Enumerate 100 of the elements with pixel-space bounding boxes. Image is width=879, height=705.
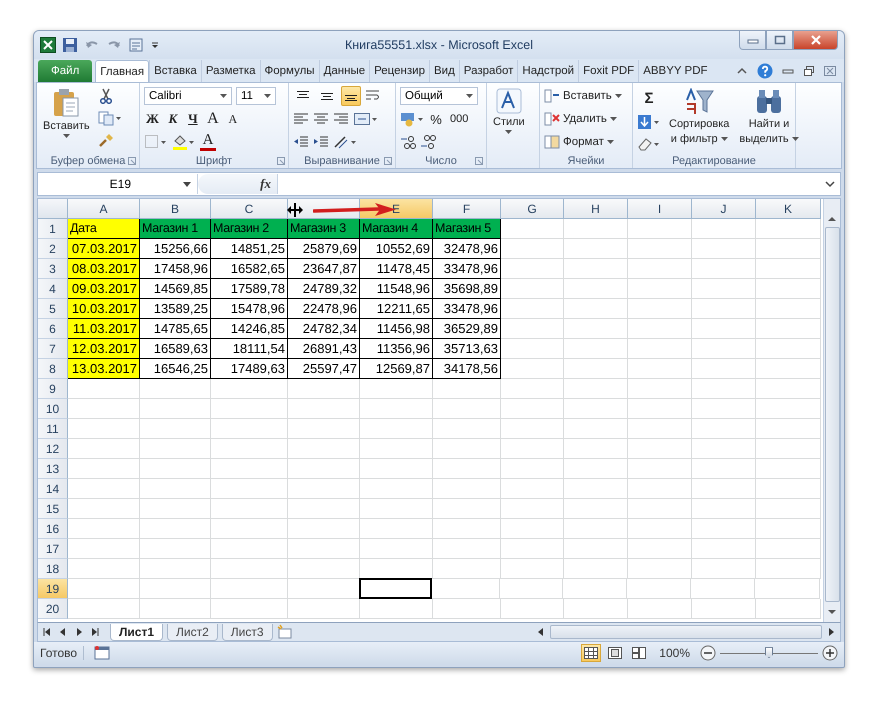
empty-cell[interactable]	[628, 299, 692, 320]
empty-cell[interactable]	[140, 459, 211, 480]
empty-cell[interactable]	[564, 279, 628, 300]
text-orientation-icon[interactable]	[333, 134, 357, 150]
empty-cell[interactable]	[211, 539, 288, 560]
empty-cell[interactable]	[692, 339, 756, 360]
next-sheet-icon[interactable]	[74, 627, 84, 638]
grow-font-button[interactable]: A	[204, 109, 221, 130]
empty-cell[interactable]	[288, 519, 360, 540]
row-header[interactable]: 12	[38, 439, 68, 460]
empty-cell[interactable]	[211, 459, 288, 480]
empty-cell[interactable]	[756, 479, 821, 500]
empty-cell[interactable]	[211, 559, 288, 580]
empty-cell[interactable]	[433, 379, 501, 400]
empty-cell[interactable]	[501, 319, 564, 340]
empty-cell[interactable]	[288, 399, 360, 420]
file-tab[interactable]: Файл	[38, 60, 92, 82]
empty-cell[interactable]	[692, 399, 756, 420]
empty-cell[interactable]	[628, 359, 692, 380]
empty-cell[interactable]	[360, 419, 433, 440]
empty-cell[interactable]	[501, 299, 564, 320]
empty-cell[interactable]	[433, 459, 501, 480]
empty-cell[interactable]	[756, 599, 821, 620]
empty-cell[interactable]	[433, 499, 501, 520]
empty-cell[interactable]	[360, 519, 433, 540]
empty-cell[interactable]	[501, 559, 564, 580]
row-header[interactable]: 20	[38, 599, 68, 620]
empty-cell[interactable]	[756, 459, 821, 480]
empty-cell[interactable]	[692, 279, 756, 300]
empty-cell[interactable]	[564, 459, 628, 480]
empty-cell[interactable]	[756, 559, 821, 580]
empty-cell[interactable]	[756, 359, 821, 380]
dialog-launcher-icon[interactable]	[475, 157, 483, 166]
page-icon[interactable]	[608, 647, 622, 660]
row-header[interactable]: 16	[38, 519, 68, 540]
empty-cell[interactable]	[140, 599, 211, 620]
lines-icon[interactable]	[320, 90, 334, 102]
column-header[interactable]: K	[756, 199, 821, 220]
empty-cell[interactable]	[692, 219, 756, 240]
column-header[interactable]: G	[501, 199, 564, 220]
insert-cells-icon[interactable]	[544, 89, 560, 104]
empty-cell[interactable]	[756, 379, 821, 400]
empty-cell[interactable]	[628, 519, 692, 540]
empty-cell[interactable]	[628, 279, 692, 300]
empty-cell[interactable]	[501, 279, 564, 300]
empty-cell[interactable]	[211, 479, 288, 500]
currency-icon[interactable]	[400, 111, 424, 128]
close-button[interactable]	[793, 31, 838, 50]
caret-icon[interactable]	[614, 94, 622, 98]
row-header[interactable]: 4	[38, 279, 68, 300]
empty-cell[interactable]	[211, 379, 288, 400]
empty-cell[interactable]	[628, 319, 692, 340]
increase-decimal-icon[interactable]	[400, 134, 416, 150]
empty-cell[interactable]	[627, 579, 691, 600]
empty-cell[interactable]	[211, 439, 288, 460]
caret-icon[interactable]	[466, 94, 473, 98]
empty-cell[interactable]	[501, 239, 564, 260]
dialog-launcher-icon[interactable]	[128, 157, 136, 166]
column-header[interactable]: B	[140, 199, 211, 220]
empty-cell[interactable]	[628, 339, 692, 360]
number-format-field[interactable]: Общий	[400, 87, 478, 106]
empty-cell[interactable]	[140, 399, 211, 420]
empty-cell[interactable]	[564, 499, 628, 520]
empty-cell[interactable]	[501, 499, 564, 520]
empty-cell[interactable]	[564, 299, 628, 320]
styles-button[interactable]: Стили	[491, 86, 527, 136]
sheet-tab[interactable]: Лист2	[167, 624, 218, 641]
empty-cell[interactable]	[501, 399, 564, 420]
font-name-field[interactable]: Calibri	[144, 87, 232, 106]
new-sheet-icon[interactable]	[276, 624, 293, 640]
row-header[interactable]: 7	[38, 339, 68, 360]
form-icon[interactable]	[128, 36, 144, 53]
empty-cell[interactable]	[288, 539, 360, 560]
percent-button[interactable]: %	[428, 109, 444, 130]
empty-cell[interactable]	[628, 559, 692, 580]
row-header[interactable]: 3	[38, 259, 68, 280]
clipboard-icon[interactable]	[52, 88, 80, 118]
font-size-field[interactable]: 11	[236, 87, 276, 106]
empty-cell[interactable]	[756, 319, 821, 340]
empty-cell[interactable]	[756, 439, 821, 460]
copy-icon[interactable]	[98, 110, 122, 126]
sheet-tab[interactable]: Лист1	[110, 624, 164, 641]
caret-icon[interactable]	[183, 182, 191, 187]
empty-cell[interactable]	[756, 399, 821, 420]
empty-cell[interactable]	[564, 439, 628, 460]
column-header[interactable]: J	[692, 199, 756, 220]
empty-cell[interactable]	[501, 519, 564, 540]
empty-cell[interactable]	[288, 379, 360, 400]
empty-cell[interactable]	[756, 419, 821, 440]
align-bottom-button[interactable]	[341, 86, 361, 106]
row-header[interactable]: 11	[38, 419, 68, 440]
empty-cell[interactable]	[756, 299, 821, 320]
empty-cell[interactable]	[501, 419, 564, 440]
empty-cell[interactable]	[564, 359, 628, 380]
empty-cell[interactable]	[564, 319, 628, 340]
column-header[interactable]: I	[628, 199, 692, 220]
empty-cell[interactable]	[755, 579, 820, 600]
row-header[interactable]: 18	[38, 559, 68, 580]
empty-cell[interactable]	[564, 559, 628, 580]
empty-cell[interactable]	[211, 419, 288, 440]
